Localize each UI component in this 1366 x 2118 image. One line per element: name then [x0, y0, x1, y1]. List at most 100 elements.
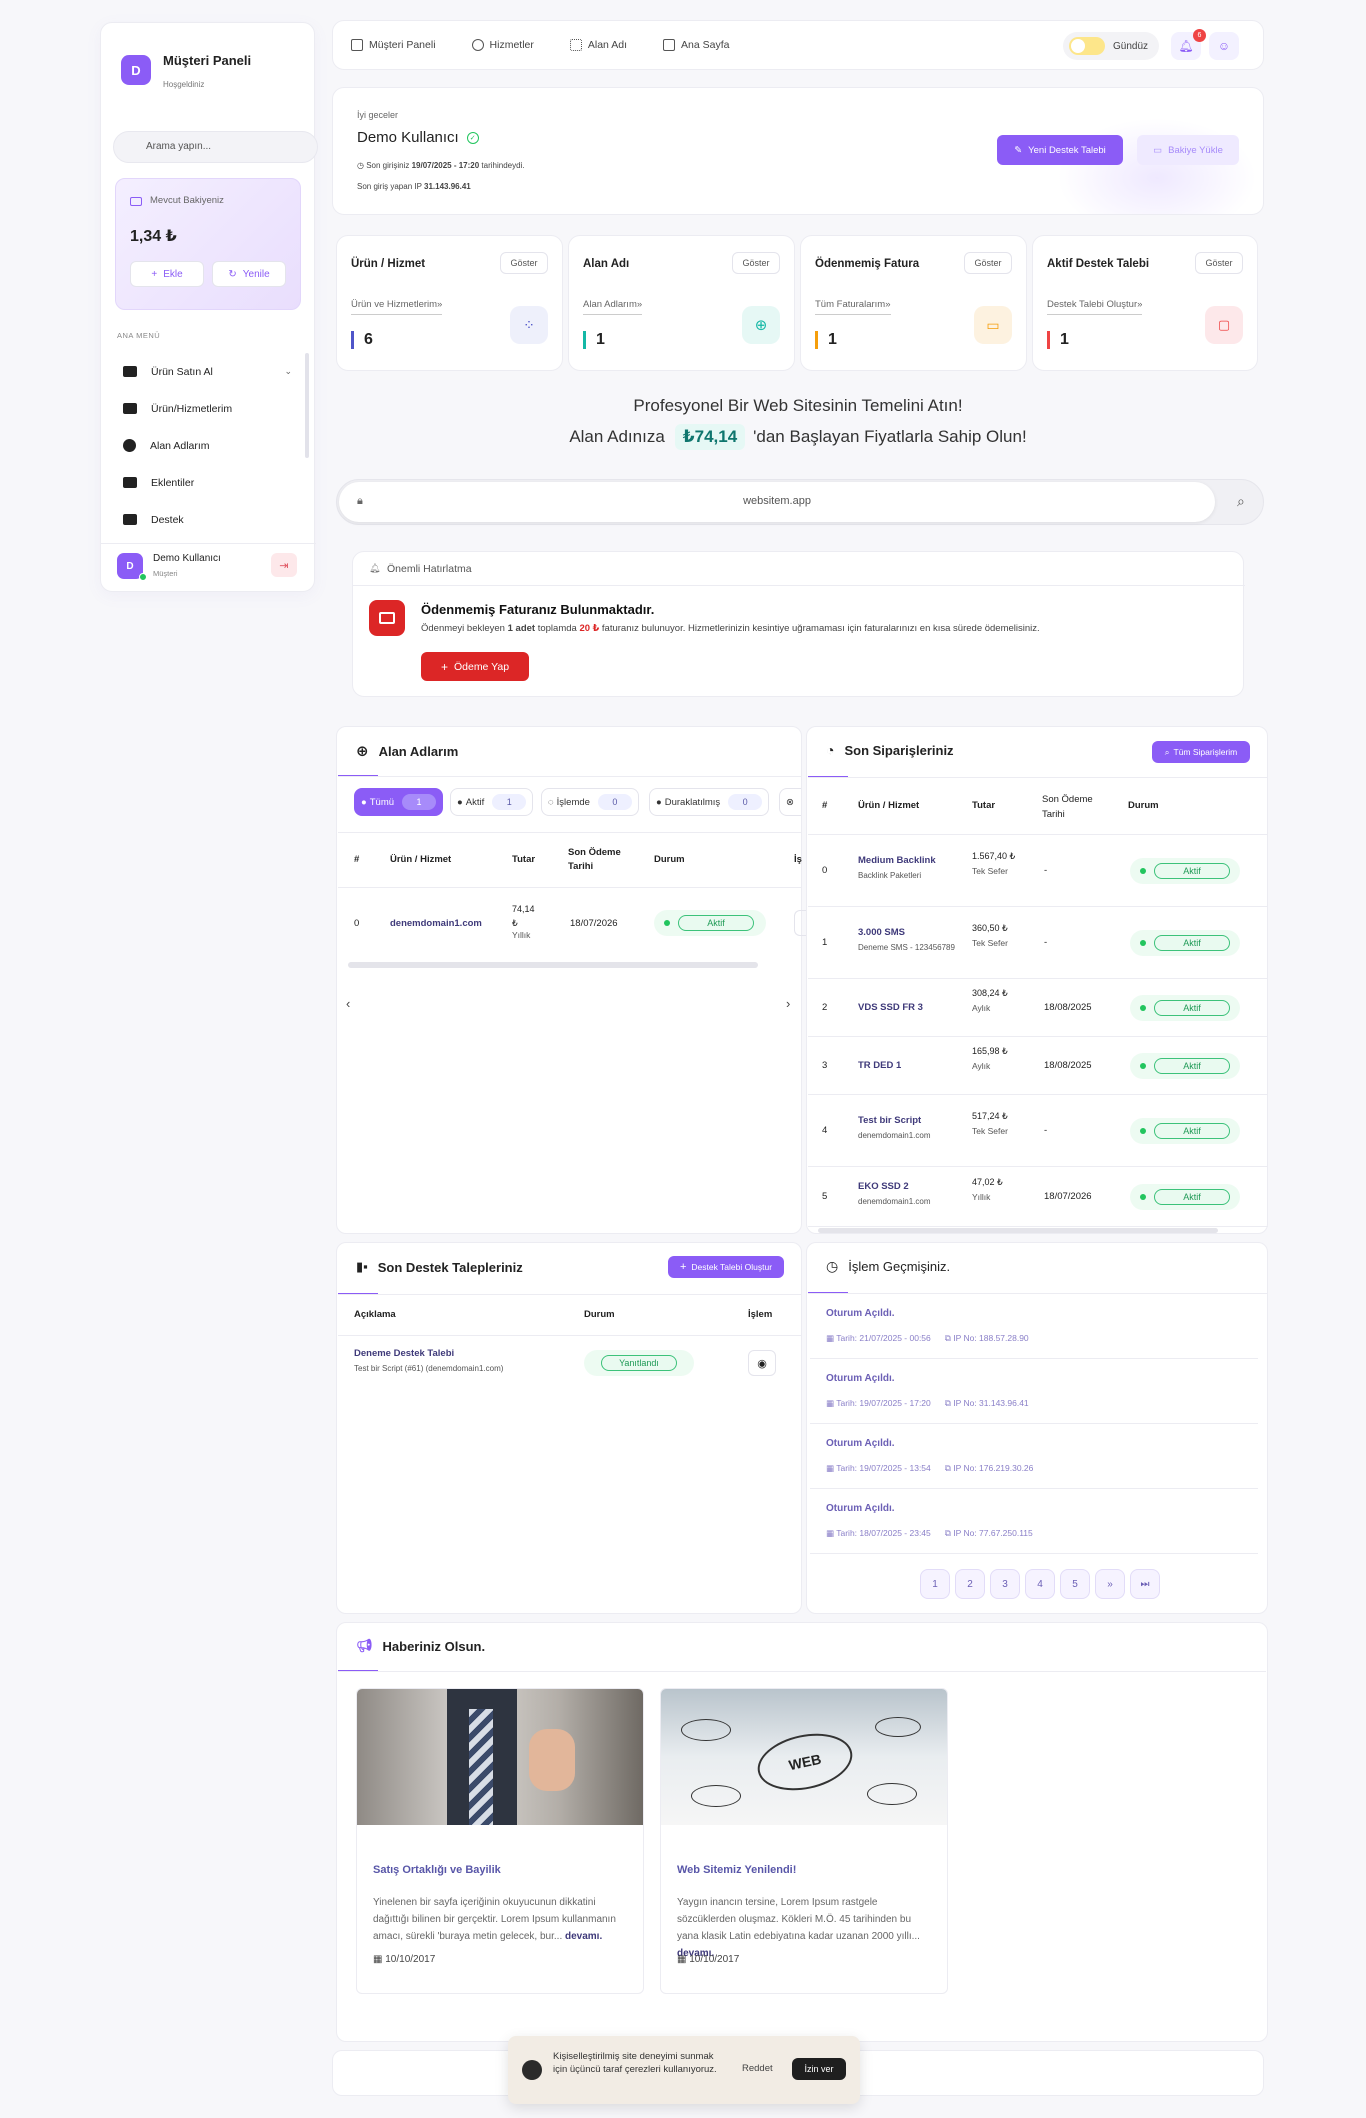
order-amount: 308,24 ₺ Aylık [972, 986, 1022, 1016]
history-item-meta: ▦ Tarih: 19/07/2025 - 17:20 ⧉ IP No: 31.1… [826, 1398, 1258, 1409]
filter-more[interactable]: ⊗ [779, 788, 801, 816]
create-ticket-button[interactable]: + Destek Talebi Oluştur [668, 1256, 784, 1278]
row-index: 1 [822, 937, 828, 948]
order-product-link[interactable]: TR DED 1 [858, 1060, 958, 1071]
nav-services[interactable]: Hizmetler [471, 39, 534, 51]
history-item-ip: IP No: 31.143.96.41 [953, 1398, 1029, 1408]
load-balance-button[interactable]: ▭ Bakiye Yükle [1137, 135, 1239, 165]
order-product-link[interactable]: EKO SSD 2 [858, 1181, 958, 1192]
sidebar-menu: Ürün Satın Al ⌄ Ürün/Hizmetlerim Alan Adl… [101, 353, 306, 538]
cookie-accept-button[interactable]: İzin ver [792, 2058, 846, 2080]
scroll-left-icon[interactable]: ‹ [346, 996, 350, 1011]
stat-link[interactable]: Destek Talebi Oluştur» [1047, 299, 1143, 315]
filter-count: 1 [402, 794, 437, 810]
order-product-link[interactable]: VDS SSD FR 3 [858, 1002, 958, 1013]
filter-processing[interactable]: ◌ İşlemde 0 [541, 788, 639, 816]
history-item-meta: ▦ Tarih: 19/07/2025 - 13:54 ⧉ IP No: 176.… [826, 1463, 1258, 1474]
scroll-right-icon[interactable]: › [786, 996, 790, 1011]
filter-all[interactable]: ● Tümü 1 [354, 788, 444, 816]
pay-now-button[interactable]: + Ödeme Yap [421, 652, 529, 681]
sidebar-search-input[interactable]: Arama yapın... [113, 131, 318, 163]
order-product: VDS SSD FR 3 [858, 1002, 958, 1013]
ip-value: 31.143.96.41 [424, 182, 471, 191]
show-invoices-button[interactable]: Göster [964, 252, 1012, 274]
profile-button[interactable]: ☺ [1209, 32, 1239, 60]
reminder-text-mid: toplamda [537, 623, 577, 634]
order-product-link[interactable]: Medium Backlink [858, 855, 958, 866]
order-period: Aylık [972, 1003, 991, 1013]
toggle-switch [1069, 37, 1105, 55]
clock-icon: ◷ [357, 161, 367, 170]
sidebar-item-buy[interactable]: Ürün Satın Al ⌄ [101, 353, 306, 390]
nav-home[interactable]: Ana Sayfa [663, 39, 729, 51]
status-dot [1140, 940, 1146, 946]
domains-hscrollbar[interactable] [348, 962, 758, 968]
stat-link[interactable]: Alan Adlarım» [583, 299, 643, 315]
page-button[interactable]: 1 [920, 1569, 950, 1599]
status-dot [1140, 868, 1146, 874]
page-button[interactable]: 3 [990, 1569, 1020, 1599]
ticket-title-link[interactable]: Deneme Destek Talebi [354, 1348, 454, 1359]
news-date-text: 10/10/2017 [385, 1954, 436, 1965]
filter-paused[interactable]: ● Duraklatılmış 0 [649, 788, 770, 816]
col-description: Açıklama [354, 1309, 396, 1320]
all-orders-button[interactable]: ⌕ Tüm Siparişlerim [1152, 741, 1250, 763]
refresh-balance-button[interactable]: ↻ Yenile [212, 261, 286, 287]
sidebar-item-addons[interactable]: Eklentiler [101, 464, 306, 501]
add-balance-button[interactable]: + Ekle [130, 261, 204, 287]
search-icon[interactable]: ⌕ [1237, 493, 1245, 510]
order-product-link[interactable]: Test bir Script [858, 1115, 958, 1126]
order-product-link[interactable]: 3.000 SMS [858, 927, 958, 938]
notification-badge: 6 [1193, 29, 1206, 42]
show-tickets-button[interactable]: Göster [1195, 252, 1243, 274]
card-icon: ▭ [1153, 144, 1163, 156]
web-design-sketch: WEB [752, 1725, 858, 1799]
sidebar-item-services[interactable]: Ürün/Hizmetlerim [101, 390, 306, 427]
grid-icon [569, 39, 582, 51]
calendar-icon: ▦ [373, 1954, 386, 1965]
domain-name-link[interactable]: denemdomain1.com [390, 918, 482, 929]
page-button[interactable]: 2 [955, 1569, 985, 1599]
news-item-affiliate[interactable]: Satış Ortaklığı ve Bayilik Yinelenen bir… [356, 1688, 644, 1994]
stat-link[interactable]: Ürün ve Hizmetlerim» [351, 299, 443, 315]
new-ticket-button[interactable]: ✎ Yeni Destek Talebi [997, 135, 1123, 165]
calendar-icon: ▦ [826, 1398, 837, 1408]
col-due-date: Son Ödeme Tarihi [1042, 794, 1093, 820]
news-item-title[interactable]: Web Sitemiz Yenilendi! [677, 1864, 796, 1876]
status-dot [1140, 1194, 1146, 1200]
page-button[interactable]: 5 [1060, 1569, 1090, 1599]
news-item-title[interactable]: Satış Ortaklığı ve Bayilik [373, 1864, 501, 1876]
stat-card-invoices: Ödenmemiş Fatura Göster Tüm Faturalarım»… [800, 235, 1027, 371]
order-period: Yıllık [972, 1192, 991, 1202]
show-services-button[interactable]: Göster [500, 252, 548, 274]
sidebar-scrollbar[interactable] [305, 353, 309, 458]
domain-search-input[interactable]: 🔒︎ websitem.app [339, 482, 1215, 522]
sidebar-item-domains[interactable]: Alan Adlarım [101, 427, 306, 464]
orders-hscrollbar[interactable] [818, 1228, 1218, 1233]
bell-icon: 🔔︎ [369, 563, 381, 573]
next-page-button[interactable]: » [1095, 1569, 1125, 1599]
logout-button[interactable]: ⇥ [271, 553, 297, 577]
nav-customer-panel[interactable]: Müşteri Paneli [351, 39, 436, 51]
theme-toggle[interactable]: Gündüz [1063, 32, 1159, 60]
col-amount: Tutar [512, 854, 536, 865]
read-more-link[interactable]: devamı. [565, 1931, 602, 1942]
user-name: Demo Kullanıcı [153, 553, 221, 564]
sidebar-item-support[interactable]: Destek [101, 501, 306, 538]
plus-icon: + [151, 268, 158, 280]
row-action-button[interactable] [794, 910, 806, 936]
nav-domain[interactable]: Alan Adı [569, 39, 627, 51]
stat-link[interactable]: Tüm Faturalarım» [815, 299, 891, 315]
view-ticket-button[interactable]: ◉ [748, 1350, 776, 1376]
order-product: Medium Backlink Backlink Paketleri [858, 855, 958, 882]
last-page-button[interactable]: ⏭ [1130, 1569, 1160, 1599]
show-domains-button[interactable]: Göster [732, 252, 780, 274]
news-item-website[interactable]: WEB Web Sitemiz Yenilendi! Yaygın inancı… [660, 1688, 948, 1994]
cookie-reject-button[interactable]: Reddet [742, 2063, 773, 2074]
home-icon [351, 39, 363, 51]
page-button[interactable]: 4 [1025, 1569, 1055, 1599]
status-text: Aktif [1154, 1058, 1230, 1074]
row-index: 2 [822, 1002, 828, 1013]
filter-active[interactable]: ● Aktif 1 [450, 788, 534, 816]
history-item: Oturum Açıldı. ▦ Tarih: 19/07/2025 - 17:… [810, 1359, 1258, 1424]
